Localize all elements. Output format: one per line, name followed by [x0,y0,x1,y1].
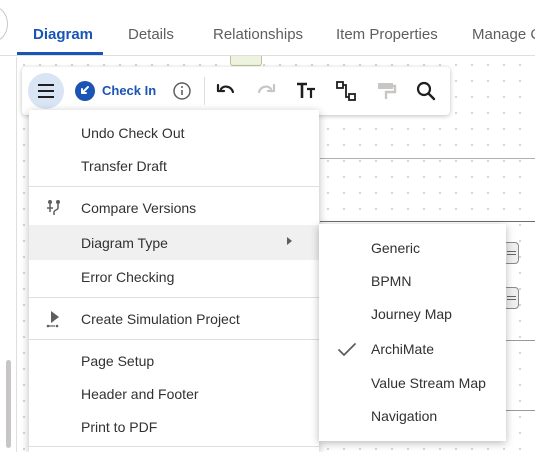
menu-item-header-and-footer[interactable]: Header and Footer [29,377,319,411]
swimlane-divider [320,221,535,222]
menu-item-undo-check-out[interactable]: Undo Check Out [29,116,319,150]
menu-item-print-to-pdf[interactable]: Print to PDF [29,410,319,444]
submenu-item-generic[interactable]: Generic [319,232,506,265]
menu-item-page-setup[interactable]: Page Setup [29,344,319,378]
info-icon[interactable] [170,79,194,103]
checkmark-icon [337,341,357,359]
undo-icon[interactable] [214,79,238,103]
menu-item-error-checking[interactable]: Error Checking [29,260,319,294]
submenu-arrow-icon [287,237,292,245]
tab-details[interactable]: Details [128,26,174,43]
submenu-item-value-stream-map[interactable]: Value Stream Map [319,367,506,400]
search-icon[interactable] [414,79,438,103]
tab-diagram[interactable]: Diagram [33,26,93,43]
check-in-button[interactable]: Check In [102,83,156,98]
panel-edge [0,6,8,42]
tab-item-properties[interactable]: Item Properties [336,26,438,43]
compare-versions-icon [45,198,65,218]
swimlane[interactable] [320,158,535,222]
tab-bar: Diagram Details Relationships Item Prope… [0,0,535,56]
submenu-item-label: Value Stream Map [371,375,486,391]
menu-item-diagram-type[interactable]: Diagram Type [29,225,319,260]
menu-separator [29,339,319,340]
hamburger-menu-icon[interactable] [28,73,64,109]
submenu-item-journey-map[interactable]: Journey Map [319,298,506,331]
menu-item-label: Error Checking [81,269,175,285]
redo-icon[interactable] [254,79,278,103]
menu-item-create-simulation-project[interactable]: Create Simulation Project [29,302,319,336]
menu-separator [29,186,319,187]
submenu-item-label: BPMN [371,273,412,289]
diagram-toolbar: Check In [22,67,450,115]
diagram-shape[interactable] [230,56,262,66]
text-size-icon[interactable] [294,79,318,103]
active-tab-indicator [17,52,103,55]
main-menu: Undo Check Out Transfer Draft Compare Ve… [29,110,319,452]
tab-manage[interactable]: Manage C [472,26,535,43]
menu-separator [29,446,319,447]
menu-item-label: Transfer Draft [81,158,167,174]
menu-item-compare-versions[interactable]: Compare Versions [29,191,319,225]
submenu-item-label: Generic [371,240,421,256]
menu-item-transfer-draft[interactable]: Transfer Draft [29,149,319,183]
vertical-scrollbar[interactable] [6,360,11,448]
submenu-item-bpmn[interactable]: BPMN [319,265,506,298]
canvas-left-border [16,57,17,452]
submenu-item-navigation[interactable]: Navigation [319,400,506,433]
menu-item-label: Page Setup [81,353,155,369]
menu-item-label: Header and Footer [81,386,199,402]
check-in-icon[interactable] [75,81,95,101]
menu-item-label: Create Simulation Project [81,311,240,327]
submenu-item-label: Navigation [371,408,438,424]
menu-item-label: Diagram Type [81,235,168,251]
submenu-item-label: Journey Map [371,306,452,322]
menu-item-label: Print to PDF [81,419,158,435]
menu-separator [29,297,319,298]
toolbar-separator [204,77,205,105]
menu-item-label: Compare Versions [81,200,197,216]
diagram-type-submenu: Generic BPMN Journey Map ArchiMate Value… [319,224,506,441]
tab-relationships[interactable]: Relationships [213,26,303,43]
menu-item-label: Undo Check Out [81,125,185,141]
format-painter-icon[interactable] [374,79,398,103]
simulation-play-icon [45,309,65,329]
submenu-item-archimate[interactable]: ArchiMate [319,333,506,366]
submenu-item-label: ArchiMate [371,341,435,357]
connector-icon[interactable] [334,79,358,103]
